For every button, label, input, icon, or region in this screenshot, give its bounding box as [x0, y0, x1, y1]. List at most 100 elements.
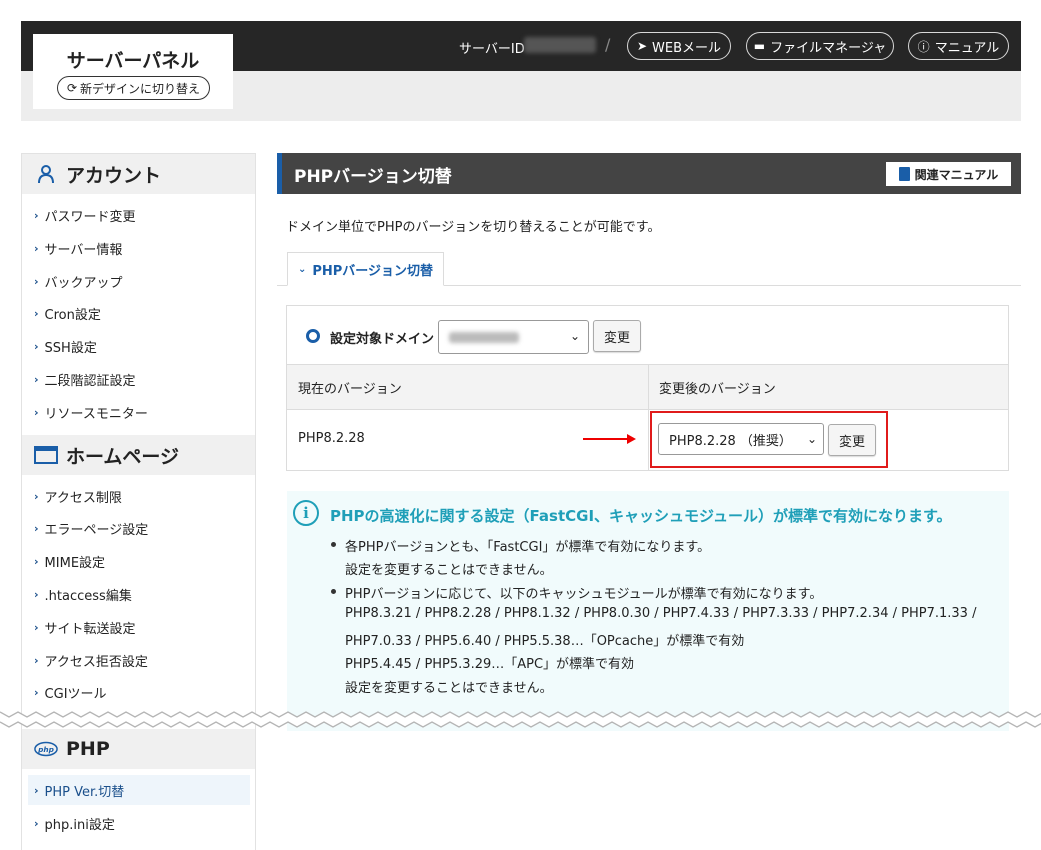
bullet-icon [331, 589, 336, 594]
page-description: ドメイン単位でPHPのバージョンを切り替えることが可能です。 [286, 220, 661, 235]
sidebar-item-label: サーバー情報 [44, 242, 123, 258]
sidebar-item-htaccess[interactable]: › .htaccess編集 [22, 579, 255, 609]
sidebar-item-resource-monitor[interactable]: › リソースモニター [22, 397, 255, 427]
info-line: 設定を変更することはできません。 [345, 563, 553, 578]
book-icon [898, 167, 910, 181]
current-version-value: PHP8.2.28 [298, 431, 365, 446]
sidebar: アカウント › パスワード変更 › サーバー情報 › バックアップ › Cron設定 ›… [21, 153, 256, 850]
chevron-right-icon: › [34, 816, 39, 830]
sidebar-item-label: アクセス制限 [44, 490, 122, 506]
info-line: PHP5.4.45 / PHP5.3.29…「APC」が標準で有効 [345, 657, 635, 672]
sidebar-item-php-version[interactable]: › PHP Ver.切替 [28, 775, 250, 805]
chevron-right-icon: › [34, 372, 39, 386]
refresh-icon: ⟳ [66, 81, 78, 95]
info-line: PHPバージョンに応じて、以下のキャッシュモジュールが標準で有効になります。 [345, 587, 823, 602]
user-icon [34, 163, 58, 185]
sidebar-item-label: 二段階認証設定 [44, 373, 136, 389]
sidebar-item-label: CGIツール [44, 686, 107, 702]
sidebar-item-php-ini[interactable]: › php.ini設定 [22, 808, 255, 838]
chevron-right-icon: › [34, 587, 39, 601]
info-line: 各PHPバージョンとも、「FastCGI」が標準で有効になります。 [345, 540, 711, 555]
chevron-right-icon: › [34, 241, 39, 255]
chevron-right-icon: › [34, 554, 39, 568]
php-logo-icon: php [34, 738, 58, 760]
related-manual-button[interactable]: 関連マニュアル [886, 162, 1011, 186]
chevron-down-icon: ⌄ [806, 432, 817, 446]
annotation-arrow [583, 438, 629, 440]
sidebar-item-label: .htaccess編集 [44, 588, 132, 604]
page-title: PHPバージョン切替 [294, 167, 452, 187]
server-id-label: サーバーID [459, 42, 525, 57]
domain-radio[interactable] [306, 329, 320, 343]
sidebar-item-label: バックアップ [44, 275, 123, 291]
new-design-button[interactable]: ⟳ 新デザインに切り替え [57, 76, 210, 100]
tab-php-version[interactable]: ⌄ PHPバージョン切替 [287, 252, 444, 286]
annotation-arrow-head [627, 434, 636, 444]
tab-label: PHPバージョン切替 [312, 263, 434, 279]
help-circle-icon: ⓘ [917, 39, 930, 54]
chevron-right-icon: › [34, 405, 39, 419]
column-header-current: 現在のバージョン [298, 382, 402, 397]
paper-plane-icon: ➤ [636, 39, 648, 53]
file-manager-label: ファイルマネージャ [770, 40, 887, 56]
folder-icon: ▬ [753, 39, 766, 53]
sidebar-heading-label: アカウント [66, 164, 162, 187]
bullet-icon [331, 542, 336, 547]
sidebar-item-2fa[interactable]: › 二段階認証設定 [22, 364, 255, 394]
sidebar-item-label: MIME設定 [44, 555, 106, 571]
sidebar-heading-homepage: ホームページ [22, 435, 255, 475]
php-version-panel: 設定対象ドメイン ⌄ 変更 現在のバージョン 変更後のバージョン PHP8.2.… [286, 305, 1009, 471]
browser-window-icon [34, 444, 58, 466]
sidebar-item-label: php.ini設定 [44, 817, 115, 833]
sidebar-item-cron[interactable]: › Cron設定 [22, 298, 255, 328]
sidebar-item-access-limit[interactable]: › アクセス制限 [22, 481, 255, 511]
chevron-right-icon: › [34, 208, 39, 222]
page-title-bar: PHPバージョン切替 関連マニュアル [277, 153, 1021, 194]
php-logo-text: php [37, 745, 54, 754]
sidebar-item-access-deny[interactable]: › アクセス拒否設定 [22, 645, 255, 675]
header-separator: / [605, 35, 611, 54]
column-divider [648, 365, 649, 470]
webmail-label: WEBメール [652, 40, 722, 56]
sidebar-item-ssh[interactable]: › SSH設定 [22, 331, 255, 361]
sidebar-item-label: サイト転送設定 [44, 621, 136, 637]
chevron-right-icon: › [34, 521, 39, 535]
webmail-button[interactable]: ➤ WEBメール [627, 32, 731, 60]
domain-change-button[interactable]: 変更 [593, 320, 641, 352]
chevron-right-icon: › [34, 274, 39, 288]
version-change-button[interactable]: 変更 [828, 424, 876, 456]
sidebar-heading-label: ホームページ [66, 445, 180, 468]
chevron-right-icon: › [34, 783, 39, 797]
chevron-right-icon: › [34, 306, 39, 320]
info-line: 設定を変更することはできません。 [345, 681, 553, 696]
chevron-right-icon: › [34, 489, 39, 503]
sidebar-item-error-page[interactable]: › エラーページ設定 [22, 513, 255, 543]
sidebar-heading-label: PHP [66, 738, 110, 760]
domain-value-redacted [449, 332, 519, 343]
sidebar-item-label: エラーページ設定 [44, 522, 149, 538]
server-id-value-redacted [524, 37, 596, 53]
logo-title: サーバーパネル [66, 50, 200, 72]
domain-label: 設定対象ドメイン [330, 332, 435, 347]
php-version-select[interactable]: PHP8.2.28 （推奨） ⌄ [658, 423, 824, 455]
manual-label: マニュアル [934, 40, 1000, 56]
sidebar-item-password[interactable]: › パスワード変更 [22, 200, 255, 230]
manual-button[interactable]: ⓘ マニュアル [908, 32, 1009, 60]
chevron-right-icon: › [34, 653, 39, 667]
sidebar-item-label: PHP Ver.切替 [44, 784, 125, 800]
sidebar-item-label: SSH設定 [44, 340, 97, 356]
sidebar-item-label: リソースモニター [44, 406, 148, 422]
sidebar-item-site-transfer[interactable]: › サイト転送設定 [22, 612, 255, 642]
logo-box: サーバーパネル ⟳ 新デザインに切り替え [33, 34, 233, 109]
sidebar-item-server-info[interactable]: › サーバー情報 [22, 233, 255, 263]
chevron-down-icon: ⌄ [569, 329, 580, 343]
info-title: PHPの高速化に関する設定（FastCGI、キャッシュモジュール）が標準で有効に… [330, 507, 952, 525]
file-manager-button[interactable]: ▬ ファイルマネージャ [746, 32, 894, 60]
sidebar-item-label: Cron設定 [44, 307, 101, 323]
php-version-selected-value: PHP8.2.28 （推奨） [669, 433, 792, 449]
sidebar-item-backup[interactable]: › バックアップ [22, 266, 255, 296]
domain-select[interactable]: ⌄ [438, 320, 589, 354]
chevron-right-icon: › [34, 339, 39, 353]
chevron-right-icon: › [34, 685, 39, 699]
sidebar-item-mime[interactable]: › MIME設定 [22, 546, 255, 576]
